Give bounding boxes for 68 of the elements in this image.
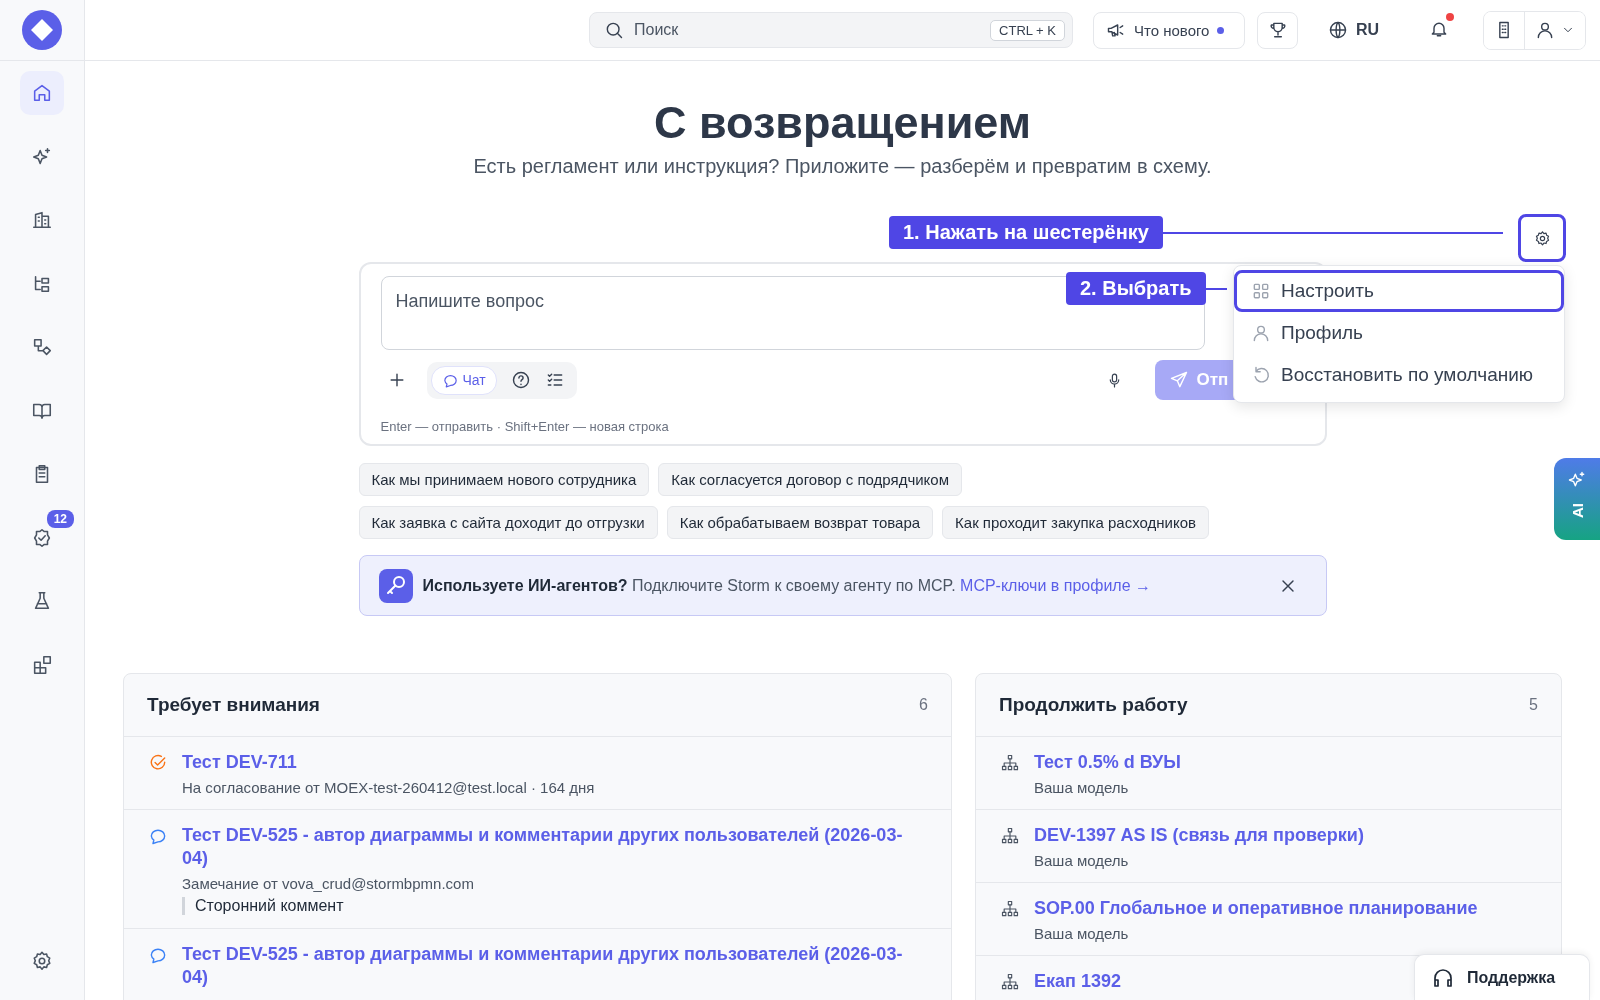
nav-item[interactable]	[20, 71, 64, 115]
comment-quote: Сторонний коммент	[182, 897, 344, 915]
item-link[interactable]: DEV-1397 AS IS (связь для проверки)	[1034, 824, 1364, 847]
search-field[interactable]: Поиск CTRL + K	[589, 12, 1073, 48]
leader-line	[1205, 287, 1227, 290]
user-menu-button[interactable]	[1524, 11, 1586, 49]
item-link[interactable]: Тест 0.5% d ВУЫ	[1034, 751, 1181, 774]
user-icon	[1251, 323, 1271, 343]
suggestion-chip[interactable]: Как проходит закупка расходников	[942, 506, 1209, 539]
key-icon	[378, 568, 413, 603]
suggestion-chip[interactable]: Как согласуется договор с подрядчиком	[658, 463, 962, 496]
item-link[interactable]: Тест DEV-525 - автор диаграммы и комментарии других пользователей (2026-03-04)	[182, 824, 927, 870]
annotation-label: 2. Выбрать	[1066, 272, 1206, 305]
menu-item[interactable]: Настроить	[1234, 270, 1564, 312]
help-icon[interactable]	[510, 370, 531, 390]
search-input[interactable]: Поиск	[632, 20, 983, 40]
item-subtitle: На согласование от MOEX-test-260412@test.local · 164 дня	[182, 779, 595, 796]
org-chart-icon	[1000, 972, 1020, 992]
ai-assistant-tab[interactable]: AI	[1554, 458, 1600, 540]
item-link[interactable]: SOP.00 Глобальное и оперативное планирование	[1034, 897, 1478, 920]
org-chart-icon	[1000, 899, 1020, 919]
globe-icon	[1328, 20, 1348, 40]
blocks-icon	[31, 653, 53, 676]
logo-icon[interactable]	[22, 10, 62, 50]
annotation-label: 1. Нажать на шестерёнку	[889, 216, 1163, 249]
settings-icon	[1533, 229, 1551, 247]
send-icon	[1168, 370, 1189, 390]
count-badge: 12	[46, 509, 74, 528]
chat-mode-tab[interactable]: Чат	[430, 365, 497, 395]
sparkles-icon	[1567, 470, 1587, 490]
home-icon	[31, 82, 53, 104]
item-link[interactable]: Екап 1392	[1034, 970, 1121, 993]
page-subtitle: Есть регламент или инструкция? Приложите — разберём и превратим в схему.	[472, 155, 1213, 178]
check-badge-icon	[31, 526, 53, 549]
search-icon	[604, 20, 624, 40]
panel-title: Продолжить работу	[999, 694, 1188, 716]
shortcut-hint: CTRL + K	[990, 19, 1065, 41]
mcp-keys-link[interactable]: MCP-ключи в профиле →	[960, 576, 1151, 594]
whats-new-button[interactable]: Что нового	[1093, 11, 1245, 49]
trophy-icon	[1267, 20, 1288, 40]
approval-check-icon	[148, 753, 168, 773]
building-icon	[31, 209, 53, 231]
support-button[interactable]: Поддержка	[1414, 954, 1590, 1000]
shapes-icon	[31, 336, 53, 358]
ai-label: AI	[1568, 503, 1586, 518]
settings-button[interactable]	[1518, 214, 1566, 262]
item-count: 6	[919, 696, 928, 714]
item-link[interactable]: Тест DEV-525 - автор диаграммы и комментарии других пользователей (2026-03-04)	[182, 943, 927, 989]
item-subtitle: Замечание от vova_crud@stormbpmn.com	[182, 875, 474, 892]
item-link[interactable]: Тест DEV-711	[182, 751, 297, 774]
banner-text: Используете ИИ-агентов? Подключите Storm к своему агенту по MCP. MCP-ключи в профиле →	[422, 576, 1152, 595]
item-subtitle: Ваша модель	[1034, 852, 1129, 869]
panel-title: Требует внимания	[147, 694, 320, 716]
org-chart-icon	[1000, 753, 1020, 773]
item-subtitle: Ваша модель	[1034, 779, 1129, 796]
language-button[interactable]: RU	[1328, 20, 1380, 40]
grid-icon	[1251, 281, 1271, 301]
suggestion-chip[interactable]: Как мы принимаем нового сотрудника	[358, 463, 650, 496]
item-count: 5	[1529, 696, 1538, 714]
suggestion-chip[interactable]: Как обрабатываем возврат товара	[666, 506, 934, 539]
org-chart-icon	[1000, 826, 1020, 846]
reset-icon	[1251, 365, 1271, 385]
item-subtitle: Ваша модель	[1034, 925, 1129, 942]
settings-icon	[31, 950, 53, 972]
achievements-button[interactable]	[1257, 11, 1298, 49]
page-title: С возвращением	[652, 97, 1033, 149]
keyboard-hint: Enter — отправить · Shift+Enter — новая строка	[380, 419, 670, 434]
suggestion-chip[interactable]: Как заявка с сайта доходит до отгрузки	[358, 506, 658, 539]
